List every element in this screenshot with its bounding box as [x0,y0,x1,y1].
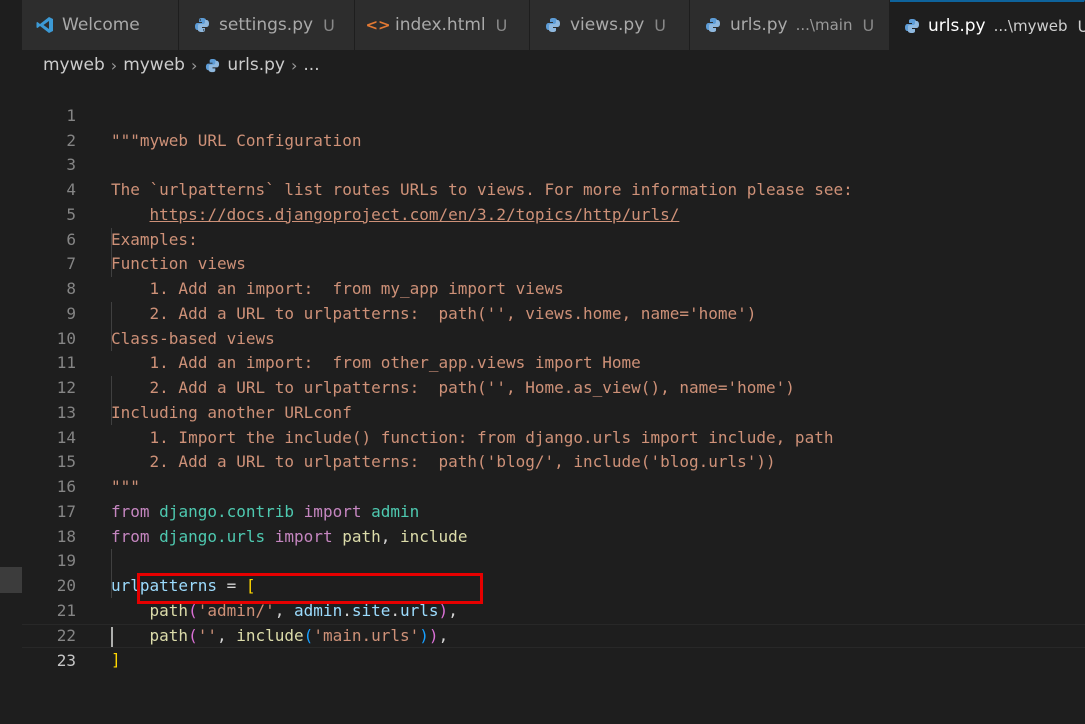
tab-label: index.html [395,15,486,35]
text-cursor [111,626,113,647]
code-line: 5 Examples: [22,178,1085,249]
tab-label: settings.py [219,15,314,35]
code-line: 17 from django.urls import path, include [22,475,1085,546]
tab-views-py[interactable]: views.py U [530,0,690,50]
breadcrumb-folder[interactable]: myweb [43,55,105,75]
code-line: 8 2. Add a URL to urlpatterns: path('', … [22,252,1085,323]
code-line: 10 1. Add an import: from other_app.view… [22,302,1085,373]
code-line: 20 path('admin/', admin.site.urls), [22,549,1085,620]
annotation-highlight-box [137,573,483,604]
untracked-badge: U [495,15,508,35]
python-file-icon [544,16,562,34]
untracked-badge: U [323,15,335,35]
code-line: 4 https://docs.djangoproject.com/en/3.2/… [22,153,1085,224]
untracked-badge: U [1077,16,1085,36]
python-file-icon [203,56,221,74]
code-line: 6 Function views [22,203,1085,274]
tab-label: views.py [570,15,645,35]
activity-strip [0,0,22,681]
tab-label: urls.py [928,16,986,36]
tab-welcome[interactable]: Welcome [22,0,179,50]
chevron-right-icon: › [190,55,198,75]
tab-path: ...\main [795,16,853,34]
code-line: 16 from django.contrib import admin [22,450,1085,521]
code-line: 19 urlpatterns = [ [22,525,1085,595]
chevron-right-icon: › [290,55,298,75]
code-line: 3 The `urlpatterns` list routes URLs to … [22,129,1085,199]
breadcrumb-file[interactable]: urls.py [227,55,285,75]
code-line: 15 """ [22,426,1085,496]
python-file-icon [193,16,211,34]
code-line: 11 2. Add a URL to urlpatterns: path('',… [22,327,1085,397]
code-line: 2 [22,104,1085,150]
line-text: ] [111,650,121,670]
tab-urls-py-main[interactable]: urls.py ...\main U [690,0,890,50]
tab-index-html[interactable]: <> index.html U [355,0,530,50]
code-line: 14 2. Add a URL to urlpatterns: path('bl… [22,401,1085,472]
code-line: 12 Including another URLconf [22,351,1085,422]
tab-label: Welcome [62,15,140,35]
code-line-current: 23 [22,623,1085,670]
breadcrumb: myweb › myweb › urls.py › ... [22,52,1085,78]
python-file-icon [904,17,920,35]
line-number: 23 [56,651,76,671]
tab-urls-py-myweb[interactable]: urls.py ...\myweb U [890,0,1085,50]
tab-path: ...\myweb [993,17,1068,35]
chevron-right-icon: › [110,55,118,75]
code-line: 9 Class-based views [22,277,1085,348]
breadcrumb-folder[interactable]: myweb [123,55,185,75]
untracked-badge: U [862,15,875,35]
vscode-icon [36,16,54,34]
html-file-icon: <> [365,16,391,34]
code-line: 13 1. Import the include() function: fro… [22,376,1085,447]
tab-settings-py[interactable]: settings.py U [179,0,355,50]
tab-label: urls.py [730,15,788,35]
scroll-marker [0,567,22,593]
code-line: 1 """myweb URL Configuration [22,79,1085,150]
breadcrumb-symbols[interactable]: ... [303,55,319,75]
untracked-badge: U [654,15,666,35]
tab-bar: Welcome settings.py U <> index.html U vi… [22,0,1085,50]
code-line: 18 [22,500,1085,546]
code-line: 7 1. Add an import: from my_app import v… [22,228,1085,298]
python-file-icon [704,16,722,34]
